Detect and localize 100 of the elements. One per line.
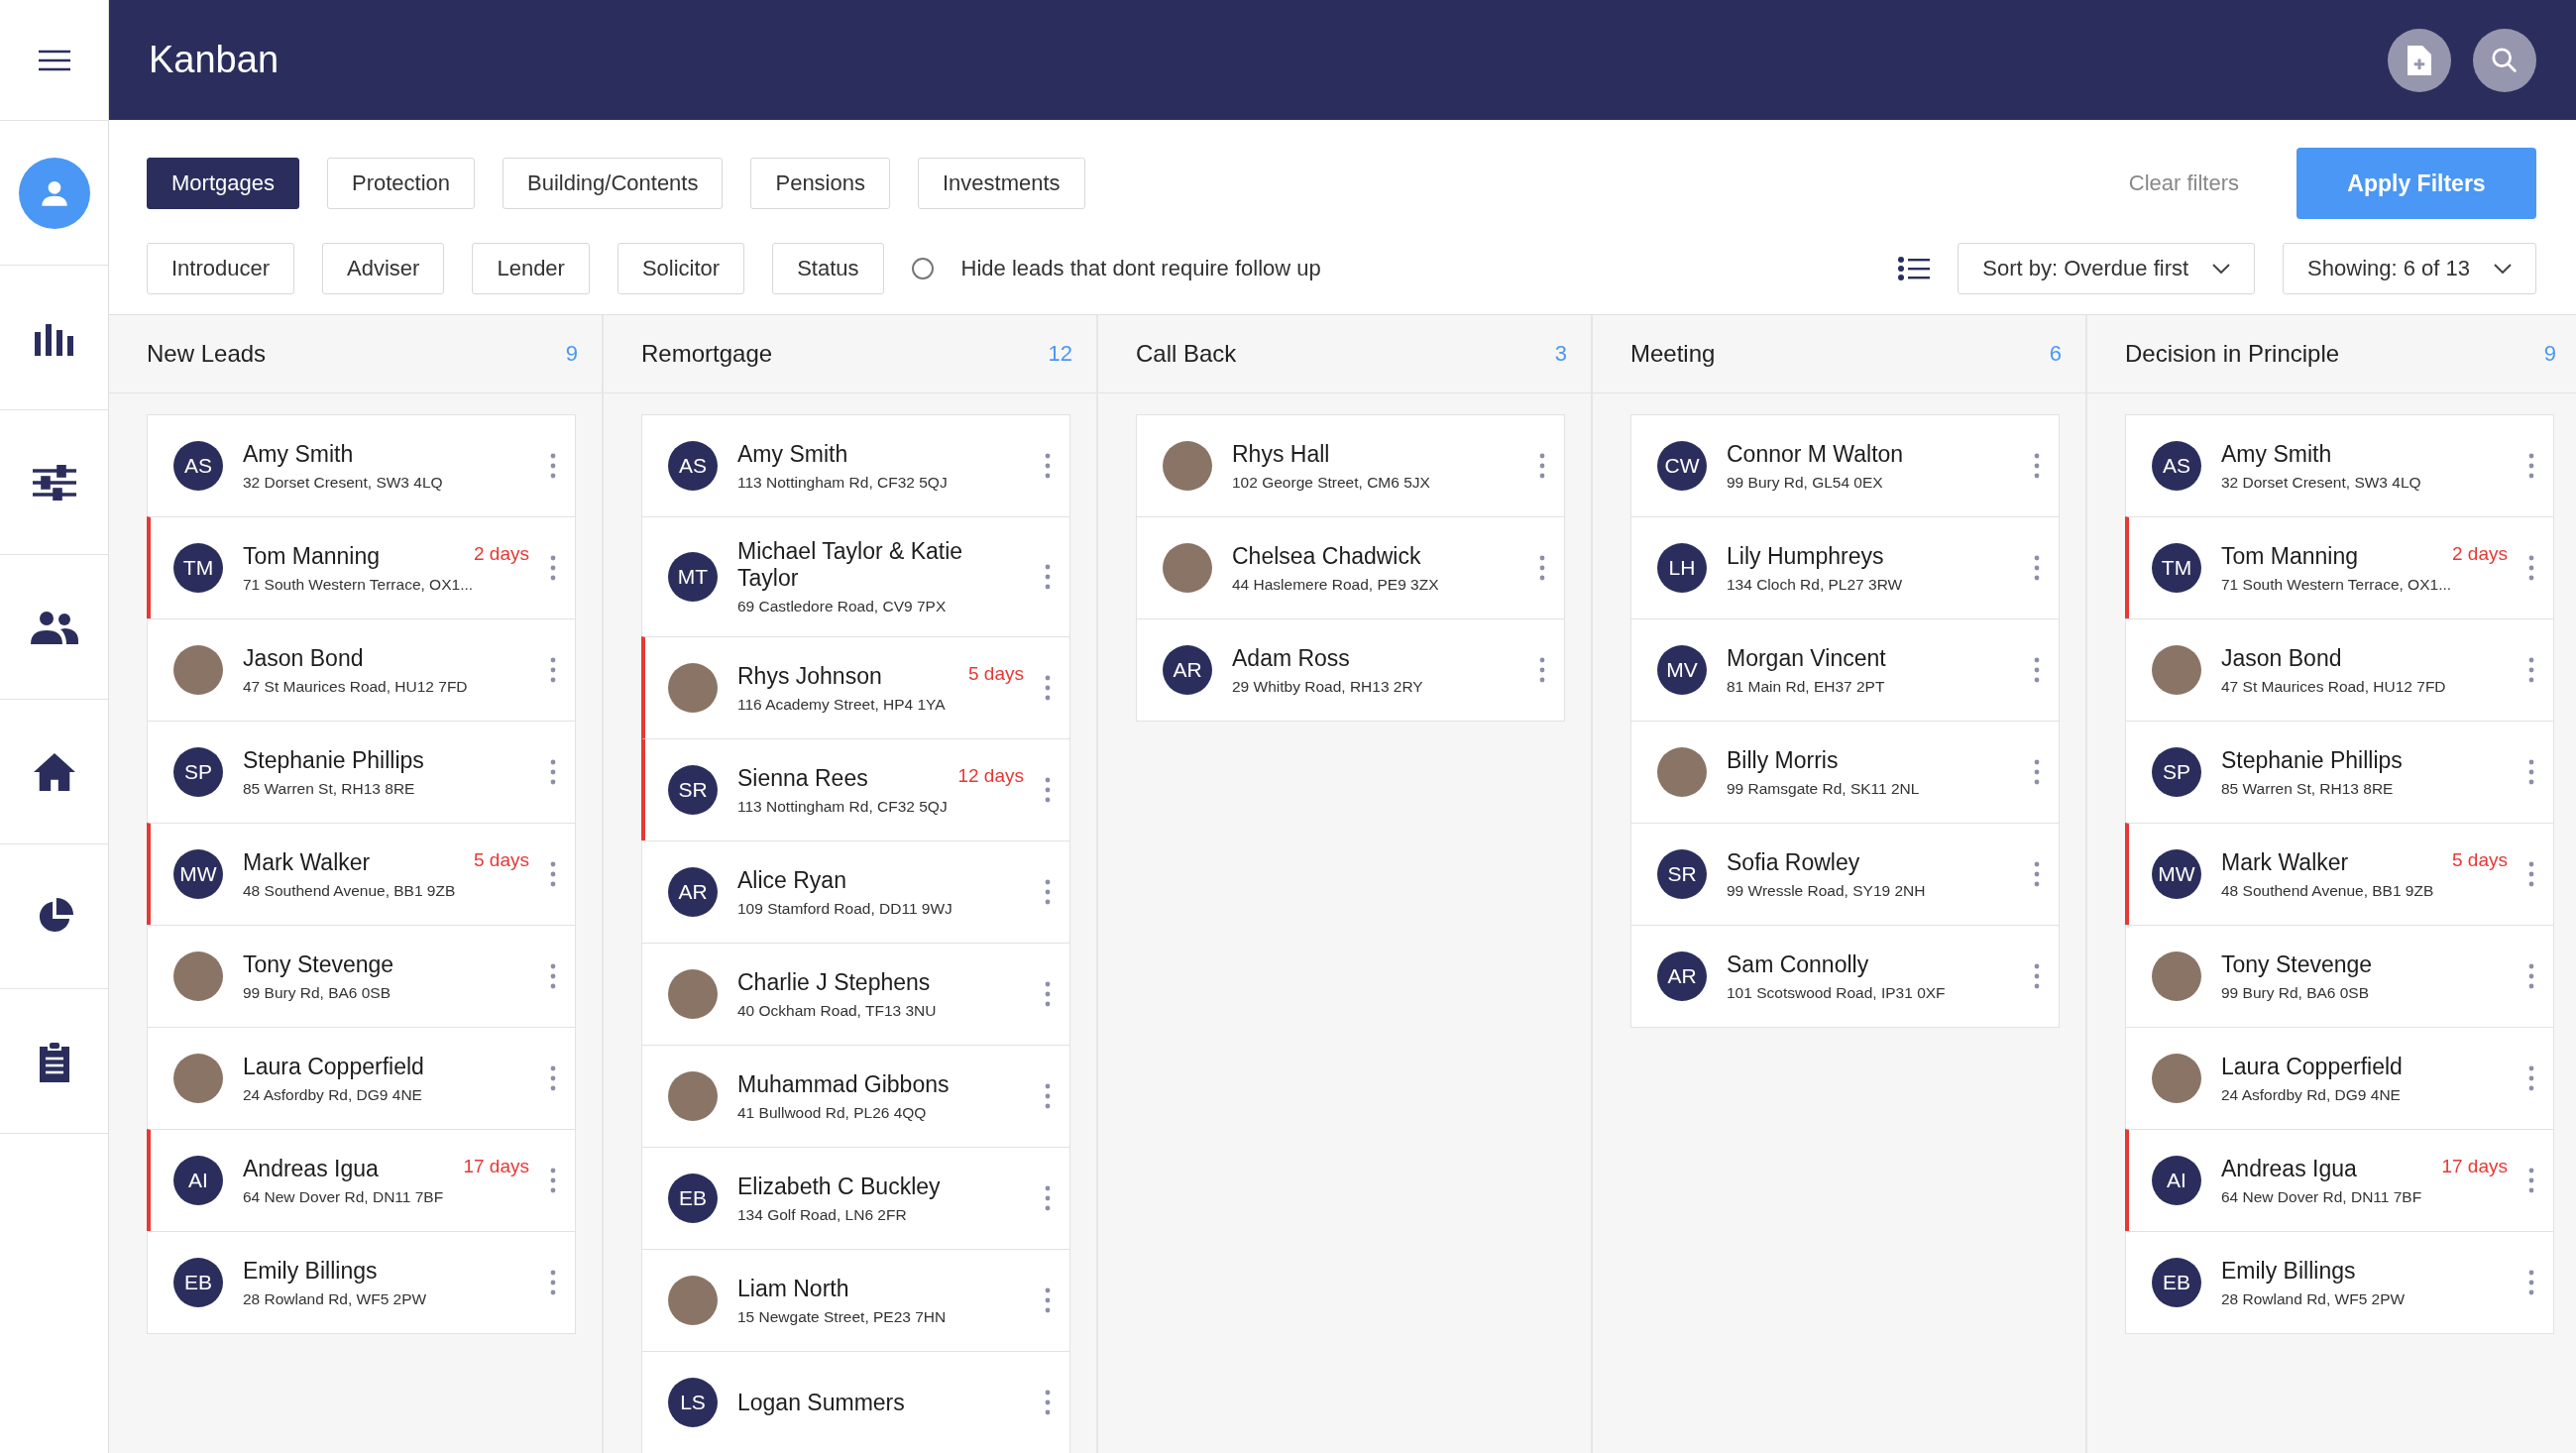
photo-placeholder: [2152, 951, 2201, 1001]
lead-card[interactable]: AI Andreas Igua 17 days 64 New Dover Rd, DN11 7BF: [147, 1129, 576, 1232]
more-icon[interactable]: [2527, 963, 2535, 989]
more-icon[interactable]: [1538, 453, 1546, 479]
product-tab[interactable]: Investments: [918, 158, 1085, 209]
more-icon[interactable]: [2527, 1270, 2535, 1295]
more-icon[interactable]: [2527, 1065, 2535, 1091]
product-tab[interactable]: Mortgages: [147, 158, 299, 209]
showing-dropdown[interactable]: Showing: 6 of 13: [2283, 243, 2536, 294]
lead-card[interactable]: Tony Stevenge 99 Bury Rd, BA6 0SB: [147, 925, 576, 1028]
lead-card[interactable]: CW Connor M Walton 99 Bury Rd, GL54 0EX: [1630, 414, 2060, 517]
more-icon[interactable]: [1044, 564, 1052, 590]
lead-card[interactable]: EB Elizabeth C Buckley 134 Golf Road, LN6 2FR: [641, 1147, 1070, 1250]
lead-card[interactable]: AS Amy Smith 113 Nottingham Rd, CF32 5QJ: [641, 414, 1070, 517]
more-icon[interactable]: [2033, 861, 2041, 887]
more-icon[interactable]: [2527, 861, 2535, 887]
lead-card[interactable]: Jason Bond 47 St Maurices Road, HU12 7FD: [147, 618, 576, 722]
product-tab[interactable]: Pensions: [750, 158, 890, 209]
sort-dropdown[interactable]: Sort by: Overdue first: [1958, 243, 2256, 294]
search-icon: [2491, 46, 2519, 74]
lead-card[interactable]: MW Mark Walker 5 days 48 Southend Avenue, BB1 9ZB: [2125, 823, 2554, 926]
filter-button[interactable]: Status: [772, 243, 884, 294]
more-icon[interactable]: [1044, 1390, 1052, 1415]
lead-card[interactable]: Rhys Hall 102 George Street, CM6 5JX: [1136, 414, 1565, 517]
lead-card[interactable]: AR Sam Connolly 101 Scotswood Road, IP31 0XF: [1630, 925, 2060, 1028]
lead-card[interactable]: AS Amy Smith 32 Dorset Cresent, SW3 4LQ: [2125, 414, 2554, 517]
more-icon[interactable]: [2527, 1168, 2535, 1193]
lead-card[interactable]: AS Amy Smith 32 Dorset Cresent, SW3 4LQ: [147, 414, 576, 517]
more-icon[interactable]: [2033, 555, 2041, 581]
lead-card[interactable]: Liam North 15 Newgate Street, PE23 7HN: [641, 1249, 1070, 1352]
more-icon[interactable]: [1044, 453, 1052, 479]
lead-card[interactable]: TM Tom Manning 2 days 71 South Western Terrace, OX1...: [2125, 516, 2554, 619]
lead-card[interactable]: Chelsea Chadwick 44 Haslemere Road, PE9 3ZX: [1136, 516, 1565, 619]
more-icon[interactable]: [2033, 657, 2041, 683]
more-icon[interactable]: [1044, 1287, 1052, 1313]
lead-card[interactable]: SP Stephanie Phillips 85 Warren St, RH13 8RE: [2125, 721, 2554, 824]
lead-card[interactable]: SR Sienna Rees 12 days 113 Nottingham Rd, CF32 5QJ: [641, 738, 1070, 841]
lead-card[interactable]: Billy Morris 99 Ramsgate Rd, SK11 2NL: [1630, 721, 2060, 824]
more-icon[interactable]: [549, 1270, 557, 1295]
more-icon[interactable]: [1044, 1185, 1052, 1211]
lead-card[interactable]: Jason Bond 47 St Maurices Road, HU12 7FD: [2125, 618, 2554, 722]
filter-button[interactable]: Adviser: [322, 243, 445, 294]
more-icon[interactable]: [549, 963, 557, 989]
sliders-icon[interactable]: [32, 464, 76, 501]
lead-card[interactable]: MT Michael Taylor & Katie Taylor 69 Castledore Road, CV9 7PX: [641, 516, 1070, 637]
lead-card[interactable]: AR Adam Ross 29 Whitby Road, RH13 2RY: [1136, 618, 1565, 722]
lead-card[interactable]: EB Emily Billings 28 Rowland Rd, WF5 2PW: [2125, 1231, 2554, 1334]
more-icon[interactable]: [549, 555, 557, 581]
lead-card[interactable]: SP Stephanie Phillips 85 Warren St, RH13 8RE: [147, 721, 576, 824]
lead-card[interactable]: Laura Copperfield 24 Asfordby Rd, DG9 4NE: [147, 1027, 576, 1130]
lead-card[interactable]: Tony Stevenge 99 Bury Rd, BA6 0SB: [2125, 925, 2554, 1028]
product-tab[interactable]: Protection: [326, 158, 475, 209]
lead-name: Muhammad Gibbons: [737, 1070, 951, 1098]
filter-button[interactable]: Solicitor: [616, 243, 745, 294]
lead-card[interactable]: Muhammad Gibbons 41 Bullwood Rd, PL26 4QQ: [641, 1045, 1070, 1148]
lead-card[interactable]: Laura Copperfield 24 Asfordby Rd, DG9 4NE: [2125, 1027, 2554, 1130]
clear-filters-link[interactable]: Clear filters: [2122, 169, 2245, 197]
list-view-icon[interactable]: [1898, 257, 1931, 280]
radio-button[interactable]: [911, 258, 934, 279]
lead-card[interactable]: Rhys Johnson 5 days 116 Academy Street, HP4 1YA: [641, 636, 1070, 739]
filter-button[interactable]: Introducer: [147, 243, 295, 294]
more-icon[interactable]: [2527, 555, 2535, 581]
more-icon[interactable]: [549, 759, 557, 785]
more-icon[interactable]: [2527, 453, 2535, 479]
lead-card[interactable]: LH Lily Humphreys 134 Cloch Rd, PL27 3RW: [1630, 516, 2060, 619]
clipboard-icon[interactable]: [37, 1040, 71, 1082]
more-icon[interactable]: [1044, 675, 1052, 701]
more-icon[interactable]: [1044, 1083, 1052, 1109]
lead-card[interactable]: AI Andreas Igua 17 days 64 New Dover Rd, DN11 7BF: [2125, 1129, 2554, 1232]
photo-placeholder: [1657, 747, 1707, 797]
more-icon[interactable]: [2527, 657, 2535, 683]
people-icon[interactable]: [30, 610, 78, 644]
more-icon[interactable]: [2033, 759, 2041, 785]
more-icon[interactable]: [1044, 879, 1052, 905]
more-icon[interactable]: [2033, 963, 2041, 989]
add-document-icon: [2408, 45, 2431, 75]
more-icon[interactable]: [2033, 453, 2041, 479]
overdue-label: 5 days: [968, 662, 1024, 685]
more-icon[interactable]: [549, 861, 557, 887]
more-icon[interactable]: [1044, 777, 1052, 803]
more-icon[interactable]: [549, 1065, 557, 1091]
filter-button[interactable]: Lender: [472, 243, 590, 294]
lead-card[interactable]: SR Sofia Rowley 99 Wressle Road, SY19 2NH: [1630, 823, 2060, 926]
product-tab[interactable]: Building/Contents: [503, 158, 724, 209]
lead-card[interactable]: AR Alice Ryan 109 Stamford Road, DD11 9WJ: [641, 840, 1070, 944]
lead-card[interactable]: MW Mark Walker 5 days 48 Southend Avenue, BB1 9ZB: [147, 823, 576, 926]
more-icon[interactable]: [1538, 657, 1546, 683]
lead-card[interactable]: TM Tom Manning 2 days 71 South Western Terrace, OX1...: [147, 516, 576, 619]
lead-card[interactable]: MV Morgan Vincent 81 Main Rd, EH37 2PT: [1630, 618, 2060, 722]
menu-icon[interactable]: [38, 49, 70, 71]
more-icon[interactable]: [549, 1168, 557, 1193]
more-icon[interactable]: [2527, 759, 2535, 785]
lead-card[interactable]: EB Emily Billings 28 Rowland Rd, WF5 2PW: [147, 1231, 576, 1334]
more-icon[interactable]: [549, 453, 557, 479]
lead-card[interactable]: LS Logan Summers: [641, 1351, 1070, 1453]
lead-card[interactable]: Charlie J Stephens 40 Ockham Road, TF13 3NU: [641, 943, 1070, 1046]
more-icon[interactable]: [1538, 555, 1546, 581]
home-icon[interactable]: [33, 750, 75, 793]
more-icon[interactable]: [549, 657, 557, 683]
more-icon[interactable]: [1044, 981, 1052, 1007]
